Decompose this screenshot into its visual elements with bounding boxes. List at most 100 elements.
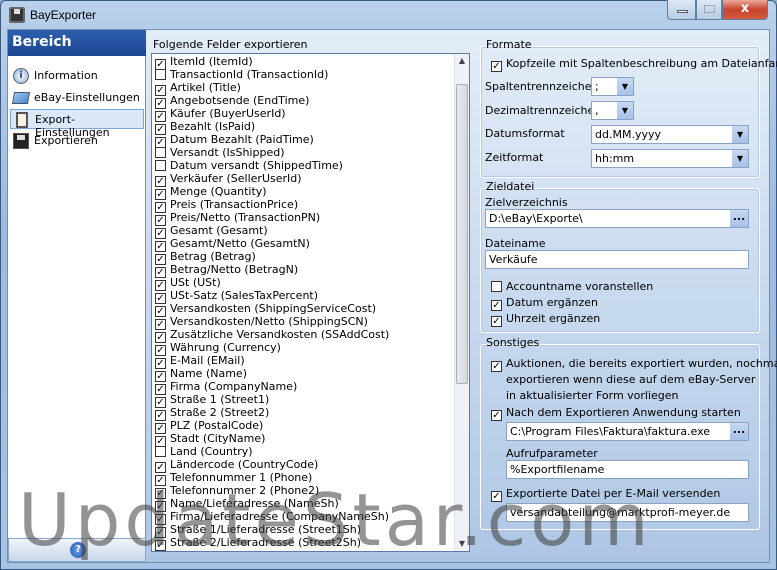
params-label: Aufrufparameter [506,447,598,460]
field-checkbox-row[interactable]: ✓ Straße 2 (Street2) [155,406,269,421]
scroll-up-button[interactable]: ▲ [455,54,469,68]
sidebar-item-ebay-settings[interactable]: eBay-Einstellungen [10,88,144,108]
field-checkbox-row[interactable]: ✓ Bezahlt (IsPaid) [155,120,255,135]
field-checkbox-row[interactable]: ✓ Gesamt/Netto (GesamtN) [155,237,310,252]
field-checkbox-row[interactable]: Land (Country) [155,445,253,458]
maximize-button[interactable] [696,0,722,20]
email-input[interactable]: versandabteilung@marktprofi-meyer.de [506,503,749,522]
field-checkbox-row[interactable]: ✓ Datum Bezahlt (PaidTime) [155,133,314,148]
field-checkbox-row[interactable]: ✓ Versandkosten (ShippingServiceCost) [155,302,376,317]
sidebar-header: Bereich [8,30,146,56]
field-checkbox-row[interactable]: ✓ Preis (TransactionPrice) [155,198,298,213]
field-checkbox-row[interactable]: ✓ PLZ (PostalCode) [155,419,263,434]
chevron-down-icon[interactable]: ▼ [732,150,748,167]
sidebar-item-label: eBay-Einstellungen [34,91,140,104]
field-checkbox-row[interactable]: ✓ Gesamt (Gesamt) [155,224,268,239]
close-button[interactable]: x [722,0,768,20]
field-checkbox-row[interactable]: ✓ Firma/Lieferadresse (CompanyNameSh) [155,510,389,525]
header-row-checkbox[interactable]: ✓ Kopfzeile mit Spaltenbeschreibung am Da… [491,57,777,72]
field-label: USt (USt) [170,276,221,289]
chevron-down-icon[interactable]: ▼ [617,102,633,119]
field-checkbox-row[interactable]: ✓ Telefonnummer 1 (Phone) [155,471,312,486]
field-checkbox-row[interactable]: ✓ Versandkosten/Netto (ShippingSCN) [155,315,368,330]
field-checkbox-row[interactable]: ✓ Angebotsende (EndTime) [155,94,309,109]
date-format-select[interactable]: dd.MM.yyyy ▼ [591,125,749,144]
select-value: ; [595,80,599,93]
chevron-down-icon[interactable]: ▼ [732,126,748,143]
checkbox[interactable] [155,160,166,171]
scrollbar-thumb[interactable] [456,84,468,384]
account-prefix-checkbox[interactable]: Accountname voranstellen [491,280,653,293]
scroll-down-button[interactable]: ▼ [455,537,469,551]
sidebar-item-exportieren[interactable]: Exportieren [10,131,144,151]
field-checkbox-row[interactable]: ✓ Stadt (CityName) [155,432,265,447]
field-checkbox-row[interactable]: TransactionId (TransactionId) [155,68,328,81]
app-path-input[interactable]: C:\Program Files\Faktura\faktura.exe... [506,422,749,441]
reexport-checkbox[interactable]: ✓ Auktionen, die bereits exportiert wurde… [491,356,777,404]
field-label: Betrag/Netto (BetragN) [170,263,299,276]
checkbox[interactable]: ✓ [491,410,502,421]
info-icon: i [13,68,29,84]
field-label: Straße 2/Lieferadresse (Street2Sh) [170,536,362,549]
checkbox[interactable]: ✓ [491,491,502,502]
field-checkbox-row[interactable]: Datum versandt (ShippedTime) [155,159,343,172]
field-checkbox-row[interactable]: ✓ Währung (Currency) [155,341,281,356]
checkbox[interactable] [491,281,502,292]
field-checkbox-row[interactable]: ✓ Straße 1/Lieferadresse (Street1Sh) [155,523,361,538]
filename-input[interactable]: Verkäufe [485,250,749,269]
field-label: Land (Country) [170,445,253,458]
field-checkbox-row[interactable]: ✓ E-Mail (EMail) [155,354,245,369]
sidebar-item-information[interactable]: i Information [10,66,144,86]
field-checkbox-row[interactable]: ✓ Name/Lieferadresse (NameSh) [155,497,339,512]
field-checkbox-row[interactable]: ✓ Betrag (Betrag) [155,250,256,265]
sidebar-item-export-settings[interactable]: Export-Einstellungen [10,109,144,139]
field-checkbox-row[interactable]: ✓ Betrag/Netto (BetragN) [155,263,299,278]
checkbox[interactable]: ✓ [491,300,502,311]
launch-app-checkbox[interactable]: ✓ Nach dem Exportieren Anwendung starten [491,406,741,421]
time-format-select[interactable]: hh:mm ▼ [591,149,749,168]
field-checkbox-row[interactable]: ✓ Name (Name) [155,367,247,382]
checkbox[interactable] [155,69,166,80]
field-checkbox-row[interactable]: ✓ Menge (Quantity) [155,185,267,200]
browse-button[interactable]: ... [730,210,748,227]
field-checkbox-row[interactable]: ✓ Ländercode (CountryCode) [155,458,318,473]
field-checkbox-row[interactable]: ✓ Artikel (Title) [155,81,241,96]
scrollbar[interactable]: ▲ ▼ [454,54,469,551]
filename-label: Dateiname [485,237,546,250]
field-checkbox-row[interactable]: ✓ Zusätzliche Versandkosten (SSAddCost) [155,328,389,343]
field-checkbox-row[interactable]: ✓ Straße 1 (Street1) [155,393,269,408]
field-checkbox-row[interactable]: ✓ USt (USt) [155,276,221,291]
field-checkbox-row[interactable]: ✓ ItemId (ItemId) [155,55,253,70]
field-checkbox-row[interactable]: ✓ USt-Satz (SalesTaxPercent) [155,289,318,304]
field-checkbox-row[interactable]: Versandt (IsShipped) [155,146,284,159]
column-sep-select[interactable]: ; ▼ [591,77,634,96]
field-checkbox-row[interactable]: ✓ Verkäufer (SellerUserId) [155,172,302,187]
input-value: D:\eBay\Exporte\ [489,212,583,225]
append-date-checkbox[interactable]: ✓ Datum ergänzen [491,296,598,311]
field-checkbox-row[interactable]: ✓ Telefonnummer 2 (Phone2) [155,484,320,499]
field-label: Betrag (Betrag) [170,250,256,263]
field-checkbox-row[interactable]: ✓ Preis/Netto (TransactionPN) [155,211,320,226]
checkbox[interactable]: ✓ [491,361,502,372]
checkbox[interactable] [155,147,166,158]
sidebar: Bereich i Information eBay-Einstellungen… [8,30,146,562]
field-checkbox-row[interactable]: ✓ Straße 2/Lieferadresse (Street2Sh) [155,536,362,551]
email-checkbox[interactable]: ✓ Exportierte Datei per E-Mail versenden [491,487,720,502]
decimal-sep-select[interactable]: , ▼ [591,101,634,120]
checkbox[interactable]: ✓ [155,540,166,551]
fields-checklist[interactable]: ▲ ▼ ✓ ItemId (ItemId) TransactionId (Trans… [151,53,470,552]
checkbox[interactable]: ✓ [491,61,502,72]
group-title: Zieldatei [486,180,535,193]
field-label: Telefonnummer 2 (Phone2) [170,484,320,497]
checkbox[interactable] [155,446,166,457]
help-button[interactable]: ? [70,542,86,558]
params-input[interactable]: %Exportfilename [506,460,749,479]
browse-button[interactable]: ... [730,423,748,440]
chevron-down-icon[interactable]: ▼ [617,78,633,95]
field-checkbox-row[interactable]: ✓ Käufer (BuyerUserId) [155,107,286,122]
append-time-checkbox[interactable]: ✓ Uhrzeit ergänzen [491,312,600,327]
target-dir-input[interactable]: D:\eBay\Exporte\... [485,209,749,228]
minimize-button[interactable] [667,0,696,20]
checkbox[interactable]: ✓ [491,316,502,327]
field-checkbox-row[interactable]: ✓ Firma (CompanyName) [155,380,297,395]
